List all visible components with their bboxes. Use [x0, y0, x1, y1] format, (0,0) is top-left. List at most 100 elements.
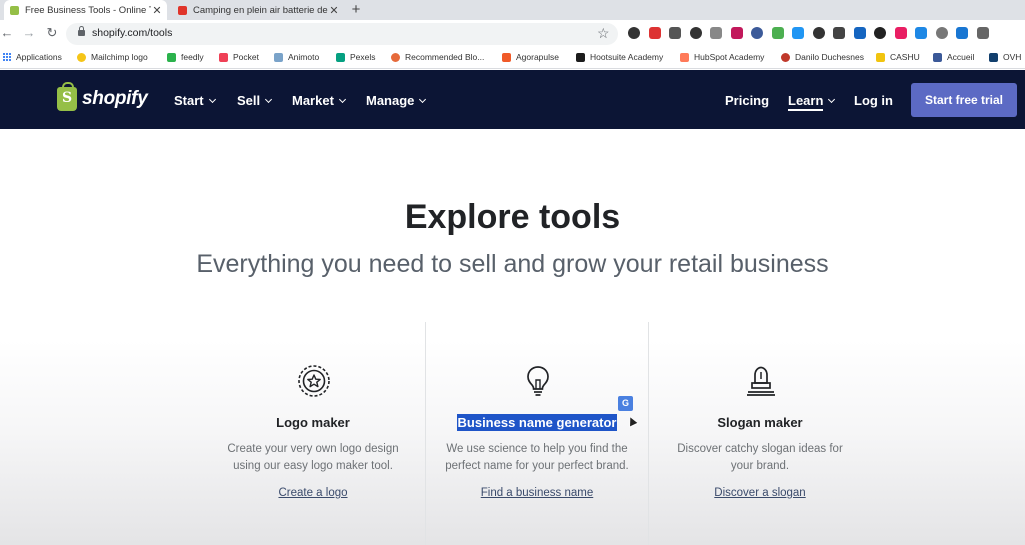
forward-button[interactable]: → — [22, 26, 36, 40]
nav-label: Sell — [237, 93, 261, 108]
extension-icon[interactable] — [710, 27, 722, 39]
link-text[interactable]: Create a logo — [278, 487, 347, 499]
extension-icon[interactable] — [956, 27, 968, 39]
start-free-trial-button[interactable]: Start free trial — [911, 83, 1017, 117]
extension-icon[interactable] — [853, 27, 866, 39]
facebook-icon — [933, 52, 942, 62]
cashu-icon — [876, 52, 885, 62]
lock-icon — [78, 26, 85, 37]
shopify-header: shopify Start Sell Market Manage Pricing… — [0, 70, 1025, 129]
bookmark-label: Agorapulse — [516, 52, 560, 62]
ovh-icon — [989, 52, 998, 62]
extension-icon[interactable] — [874, 27, 886, 39]
nav-manage[interactable]: Manage — [366, 93, 427, 108]
nav-learn[interactable]: Learn — [788, 93, 836, 111]
extension-icon[interactable] — [792, 27, 804, 39]
bookmark-feedly[interactable]: feedly — [167, 52, 204, 62]
pocket-icon — [219, 52, 228, 62]
close-tab-icon[interactable]: ✕ — [151, 4, 163, 17]
discover-slogan-link[interactable]: Discover a slogan — [649, 487, 871, 499]
bookmark-star-icon[interactable]: ☆ — [597, 25, 610, 42]
reload-button[interactable]: ↻ — [45, 26, 59, 40]
shopify-logo[interactable]: shopify — [57, 82, 148, 111]
bookmarks-bar: Applications Mailchimp logo feedly Pocke… — [0, 48, 1025, 68]
logo-wordmark: shopify — [82, 88, 148, 109]
hubspot-icon — [680, 52, 689, 62]
browser-chrome: Free Business Tools - Online Tools ✕ Cam… — [0, 0, 1025, 69]
tab-title: Free Business Tools - Online Tools — [25, 4, 151, 16]
extension-icon[interactable] — [648, 27, 661, 39]
extension-icon[interactable] — [771, 27, 784, 39]
tool-card-slogan-maker: Slogan maker Discover catchy slogan idea… — [649, 322, 871, 545]
bookmark-applications[interactable]: Applications — [3, 52, 62, 62]
animoto-icon — [274, 52, 283, 62]
extension-icon[interactable] — [730, 27, 743, 39]
card-description-line: perfect name for your perfect brand. — [445, 460, 629, 472]
extension-icon[interactable] — [894, 27, 907, 39]
recommended-icon — [391, 52, 400, 62]
extension-icon[interactable] — [689, 27, 702, 39]
extension-icon[interactable] — [935, 27, 948, 39]
nav-login[interactable]: Log in — [854, 93, 893, 108]
mailchimp-icon — [77, 52, 86, 62]
find-business-name-link[interactable]: Find a business name — [426, 487, 648, 499]
link-text[interactable]: Find a business name — [481, 487, 594, 499]
badge-star-icon — [298, 365, 330, 397]
nav-sell[interactable]: Sell — [237, 93, 273, 108]
extension-icon[interactable] — [628, 27, 640, 39]
nav-label: Learn — [788, 93, 824, 111]
bookmark-agorapulse[interactable]: Agorapulse — [502, 52, 559, 62]
hootsuite-icon — [576, 52, 585, 62]
new-tab-button[interactable]: + — [348, 1, 364, 19]
bookmark-label: Animoto — [288, 52, 320, 62]
bookmark-ovh[interactable]: OVH — [989, 52, 1021, 62]
bookmark-cashu[interactable]: CASHU — [876, 52, 920, 62]
tab-free-business-tools[interactable]: Free Business Tools - Online Tools ✕ — [4, 0, 167, 20]
lamp-icon — [747, 366, 775, 396]
bookmark-label: Pocket — [233, 52, 259, 62]
back-button[interactable]: ← — [0, 26, 14, 40]
bookmark-label: Accueil — [947, 52, 975, 62]
extension-icon[interactable] — [669, 27, 681, 39]
bookmark-mailchimp[interactable]: Mailchimp logo — [77, 52, 148, 62]
apps-icon — [3, 53, 11, 61]
extension-icon[interactable] — [976, 27, 989, 39]
chevron-down-icon — [265, 95, 273, 104]
toolbar: ← → ↻ shopify.com/tools ☆ — [0, 20, 1025, 48]
agorapulse-icon — [502, 52, 511, 62]
bookmark-animoto[interactable]: Animoto — [274, 52, 319, 62]
bookmark-hubspot[interactable]: HubSpot Academy — [680, 52, 764, 62]
bookmark-label: Mailchimp logo — [91, 52, 148, 62]
nav-start[interactable]: Start — [174, 93, 216, 108]
pocket-favicon-icon — [178, 5, 187, 15]
bookmark-pocket[interactable]: Pocket — [219, 52, 259, 62]
selected-text: Business name generator — [456, 414, 618, 431]
card-description-line: Discover catchy slogan ideas for — [677, 443, 843, 455]
bookmark-label: Hootsuite Academy — [590, 52, 664, 62]
extension-icon[interactable] — [751, 27, 763, 39]
bookmark-danilo[interactable]: Danilo Duchesnes — [781, 52, 864, 62]
bookmark-hootsuite[interactable]: Hootsuite Academy — [576, 52, 663, 62]
lightbulb-icon — [527, 366, 549, 396]
feedly-icon — [167, 52, 176, 62]
nav-label: Start — [174, 93, 204, 108]
bookmark-accueil[interactable]: Accueil — [933, 52, 974, 62]
create-logo-link[interactable]: Create a logo — [202, 487, 424, 499]
link-text[interactable]: Discover a slogan — [714, 487, 805, 499]
bookmark-label: CASHU — [890, 52, 920, 62]
url-text[interactable]: shopify.com/tools — [92, 27, 172, 39]
bookmark-pexels[interactable]: Pexels — [336, 52, 376, 62]
address-bar[interactable]: shopify.com/tools ☆ — [66, 23, 618, 45]
nav-pricing[interactable]: Pricing — [725, 93, 769, 108]
nav-label: Market — [292, 93, 334, 108]
close-tab-icon[interactable]: ✕ — [328, 4, 340, 17]
tab-camping[interactable]: Camping en plein air batterie de ✕ — [172, 0, 344, 20]
extension-icon[interactable] — [833, 27, 845, 39]
extension-icon[interactable] — [812, 27, 825, 39]
extension-icon[interactable] — [915, 27, 927, 39]
bookmark-recommended[interactable]: Recommended Blo... — [391, 52, 484, 62]
card-description-line: using our easy logo maker tool. — [233, 460, 393, 472]
nav-market[interactable]: Market — [292, 93, 346, 108]
bookmark-label: feedly — [181, 52, 204, 62]
google-translate-icon[interactable]: G — [618, 396, 633, 411]
